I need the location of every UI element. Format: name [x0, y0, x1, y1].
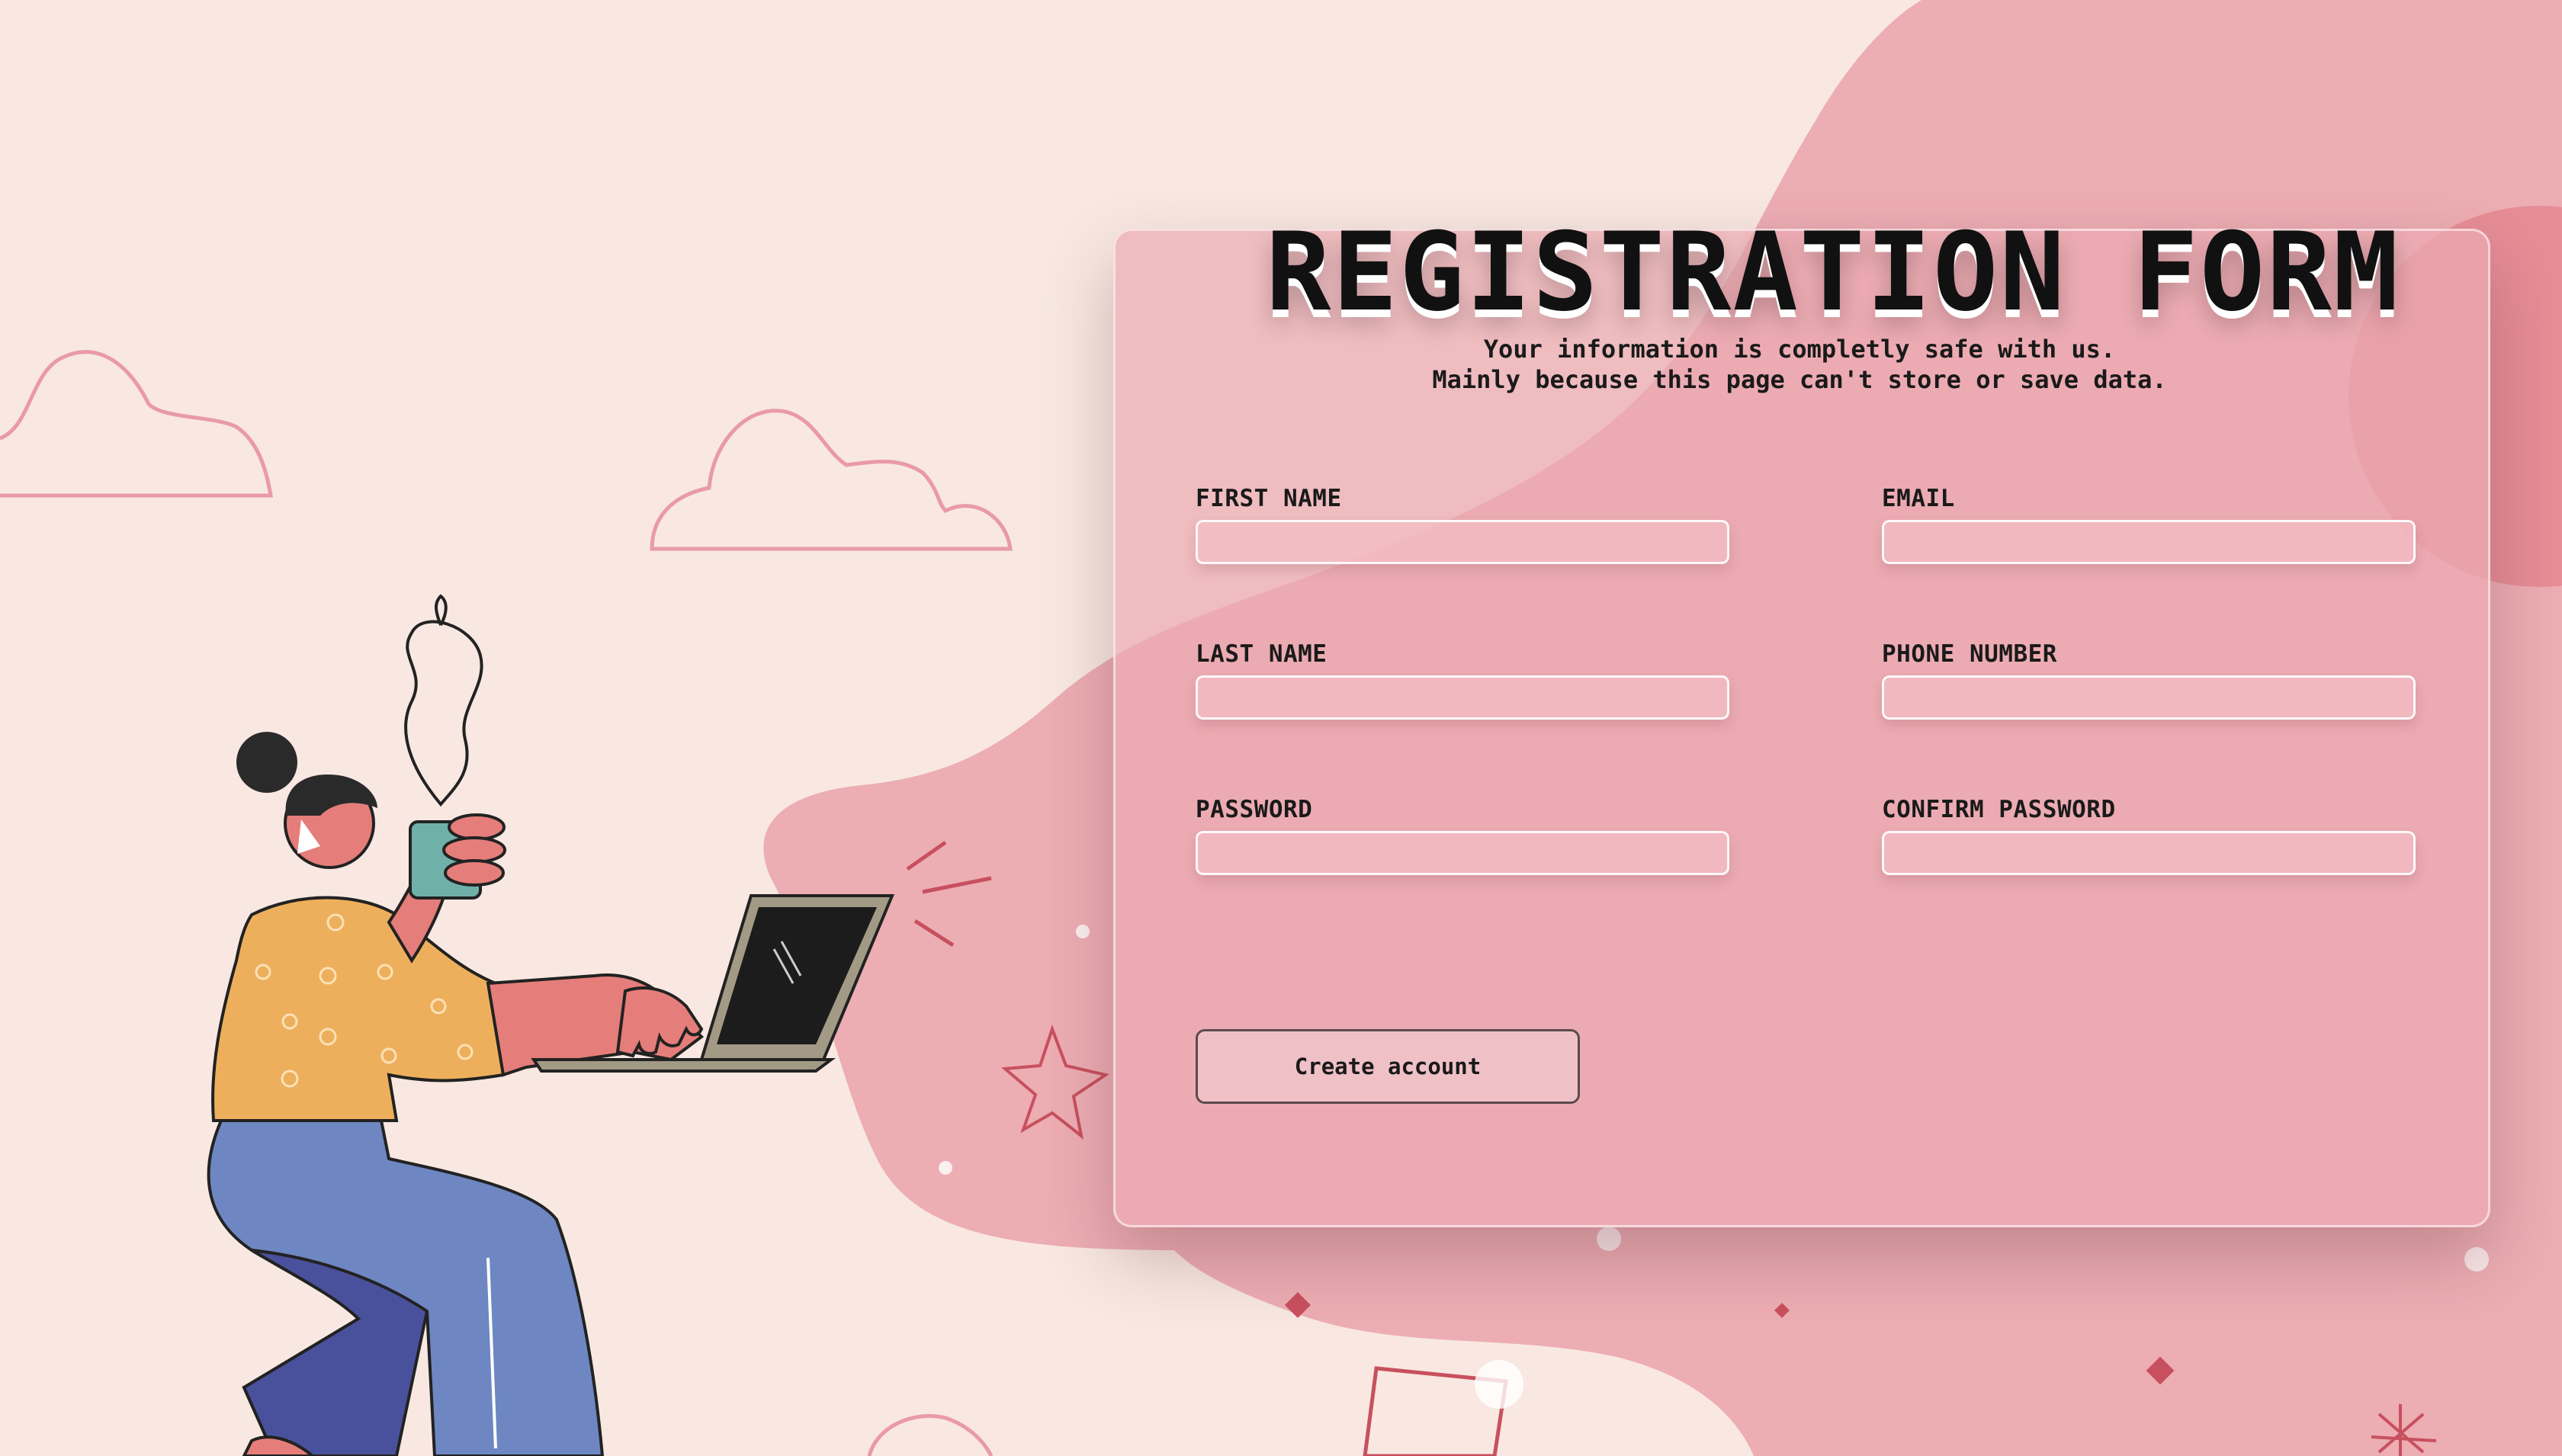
dot-decoration: [1475, 1360, 1523, 1409]
confirm-password-field: CONFIRM PASSWORD: [1882, 796, 2416, 875]
create-account-button[interactable]: Create account: [1196, 1029, 1580, 1104]
subtitle-line-2: Mainly because this page can't store or …: [1432, 365, 2167, 394]
phone-number-label: PHONE NUMBER: [1882, 640, 2057, 668]
dot-decoration: [2464, 1247, 2489, 1272]
subtitle-line-1: Your information is completly safe with …: [1483, 335, 2116, 364]
dot-decoration: [939, 1161, 952, 1175]
dot-decoration: [1076, 925, 1090, 938]
email-input[interactable]: [1882, 520, 2416, 564]
password-input[interactable]: [1196, 831, 1729, 875]
shirt: [211, 896, 506, 1122]
password-label: PASSWORD: [1196, 796, 1313, 823]
password-field: PASSWORD: [1196, 796, 1729, 875]
email-field: EMAIL: [1882, 485, 2416, 564]
laptop-base: [531, 1058, 836, 1073]
email-label: EMAIL: [1882, 485, 1955, 512]
phone-number-input[interactable]: [1882, 675, 2416, 720]
cloud-outline-bottom: [867, 1413, 994, 1456]
dot-decoration: [1597, 1227, 1621, 1251]
cloud-outline-left: [0, 350, 273, 498]
page-title: REGISTRATION FORM: [1266, 210, 2400, 336]
confirm-password-input[interactable]: [1882, 831, 2416, 875]
last-name-label: LAST NAME: [1196, 640, 1328, 668]
last-name-input[interactable]: [1196, 675, 1729, 720]
phone-number-field: PHONE NUMBER: [1882, 640, 2416, 720]
first-name-label: FIRST NAME: [1196, 485, 1342, 512]
first-name-field: FIRST NAME: [1196, 485, 1729, 564]
cloud-outline-middle: [650, 409, 1013, 551]
last-name-field: LAST NAME: [1196, 640, 1729, 720]
hair-bun: [236, 732, 297, 793]
page-subtitle: Your information is completly safe with …: [1113, 334, 2486, 395]
confirm-password-label: CONFIRM PASSWORD: [1882, 796, 2116, 823]
woman-with-laptop-illustration: [207, 594, 895, 1456]
steam-icon: [404, 594, 483, 807]
first-name-input[interactable]: [1196, 520, 1729, 564]
